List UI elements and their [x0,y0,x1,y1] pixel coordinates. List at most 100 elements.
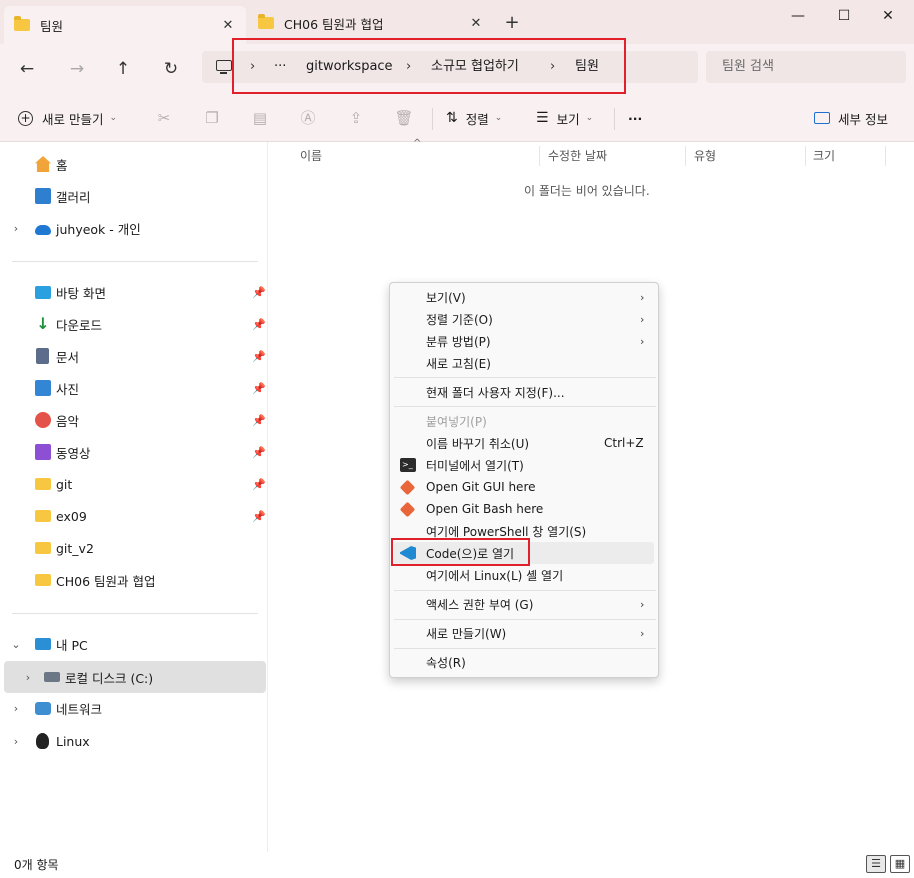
share-icon[interactable]: ⇪ [346,108,366,128]
chevron-right-icon[interactable]: › [22,671,34,684]
column-divider[interactable] [539,146,540,166]
column-divider[interactable] [805,146,806,166]
menu-item-git-gui[interactable]: Open Git GUI here [394,476,654,498]
minimize-button[interactable]: — [776,4,820,28]
pin-icon[interactable]: 📌 [252,286,266,299]
pin-icon[interactable]: 📌 [252,318,266,331]
menu-item-paste[interactable]: 붙여넣기(P) [394,410,654,432]
column-header-modified[interactable]: 수정한 날짜 [548,146,607,166]
refresh-button[interactable]: ↻ [158,56,184,82]
more-options-button[interactable]: ··· [628,106,642,130]
menu-item-label: 여기에서 Linux(L) 셸 열기 [426,568,564,583]
menu-item-customize-folder[interactable]: 현재 폴더 사용자 지정(F)... [394,381,654,403]
sidebar-item-label: 바탕 화면 [56,285,106,301]
menu-divider [394,406,656,407]
pin-icon[interactable]: 📌 [252,510,266,523]
chevron-right-icon[interactable]: › [10,222,22,235]
menu-item-new[interactable]: 새로 만들기(W) › [394,622,654,644]
sidebar-item-label: 다운로드 [56,317,103,333]
delete-icon[interactable]: 🗑 [394,108,414,128]
sort-icon: ⇅ [446,110,458,126]
sidebar-item-pictures[interactable]: 사진 📌 [4,374,266,402]
chevron-down-icon[interactable]: ⌄ [10,638,22,651]
menu-item-label: 터미널에서 열기(T) [426,458,524,473]
highlight-box-open-with-code [391,538,530,566]
pin-icon[interactable]: 📌 [252,350,266,363]
menu-item-group-by[interactable]: 분류 방법(P) › [394,330,654,352]
up-button[interactable]: ↑ [110,56,136,82]
sidebar-item-gallery[interactable]: 갤러리 [4,182,266,210]
chevron-right-icon[interactable]: › [10,735,22,748]
close-button[interactable]: ✕ [866,4,910,28]
pin-icon[interactable]: 📌 [252,414,266,427]
sidebar-item-ex09[interactable]: ex09 📌 [4,502,266,530]
documents-icon [36,348,49,364]
folder-icon [258,14,274,29]
sidebar-item-git-v2[interactable]: git_v2 [4,534,266,562]
menu-item-undo-rename[interactable]: 이름 바꾸기 취소(U) Ctrl+Z [394,432,654,454]
tab-close-icon[interactable]: ✕ [220,18,236,33]
maximize-button[interactable]: ☐ [822,4,866,28]
sidebar-item-linux[interactable]: › Linux [4,727,266,755]
git-bash-icon [399,501,416,517]
menu-item-git-bash[interactable]: Open Git Bash here [394,498,654,520]
column-header-type[interactable]: 유형 [694,146,716,166]
view-button[interactable]: ☰ 보기 ⌄ [536,106,593,130]
rename-icon[interactable]: Ⓐ [298,108,318,128]
sidebar-item-downloads[interactable]: ↓ 다운로드 📌 [4,310,266,338]
back-button[interactable]: ← [14,56,40,82]
sort-button[interactable]: ⇅ 정렬 ⌄ [446,106,502,130]
cut-icon[interactable]: ✂ [154,108,174,128]
new-button[interactable]: + 새로 만들기 ⌄ [18,106,117,130]
sidebar-item-label: 음악 [56,413,80,429]
sidebar-item-home[interactable]: 홈 [4,150,266,178]
sidebar-item-documents[interactable]: 문서 📌 [4,342,266,370]
tab-close-icon[interactable]: ✕ [468,16,484,31]
details-pane-button[interactable]: 세부 정보 [814,106,888,130]
column-divider[interactable] [885,146,886,166]
column-header-name[interactable]: 이름 [300,146,322,166]
sidebar-item-music[interactable]: 음악 📌 [4,406,266,434]
menu-item-view[interactable]: 보기(V) › [394,286,654,308]
column-divider[interactable] [685,146,686,166]
sidebar-item-onedrive[interactable]: › juhyeok - 개인 [4,214,266,242]
menu-item-properties[interactable]: 속성(R) [394,651,654,673]
menu-item-label: 현재 폴더 사용자 지정(F)... [426,385,565,400]
menu-item-refresh[interactable]: 새로 고침(E) [394,352,654,374]
sidebar-item-videos[interactable]: 동영상 📌 [4,438,266,466]
menu-item-linux-shell[interactable]: 여기에서 Linux(L) 셸 열기 [394,564,654,586]
menu-item-sort-by[interactable]: 정렬 기준(O) › [394,308,654,330]
onedrive-icon [35,224,51,235]
sidebar-item-git[interactable]: git 📌 [4,470,266,498]
column-header-size[interactable]: 크기 [813,146,835,166]
new-tab-button[interactable]: + [502,12,522,34]
menu-item-shortcut: Ctrl+Z [604,436,644,450]
sidebar-item-desktop[interactable]: 바탕 화면 📌 [4,278,266,306]
terminal-icon: >_ [400,458,416,472]
search-input[interactable]: 팀원 검색 [706,51,906,83]
folder-icon [14,16,30,31]
copy-icon[interactable]: ❐ [202,108,222,128]
tab-current[interactable]: 팀원 ✕ [4,6,246,44]
sidebar-item-ch06[interactable]: CH06 팀원과 협업 [4,566,266,594]
forward-button[interactable]: → [64,56,90,82]
sidebar-item-label: 사진 [56,381,80,397]
menu-item-label: 새로 고침(E) [426,356,491,371]
menu-item-open-terminal[interactable]: >_ 터미널에서 열기(T) [394,454,654,476]
sidebar-item-network[interactable]: › 네트워크 [4,694,266,722]
pin-icon[interactable]: 📌 [252,478,266,491]
toolbar-divider [614,108,615,130]
tiles-view-icon[interactable]: ▦ [890,855,910,873]
pin-icon[interactable]: 📌 [252,446,266,459]
tab-ch06[interactable]: CH06 팀원과 협업 ✕ [248,6,494,40]
paste-icon[interactable]: ▤ [250,108,270,128]
sidebar-item-local-disk[interactable]: › 로컬 디스크 (C:) [4,661,266,693]
menu-divider [394,619,656,620]
pin-icon[interactable]: 📌 [252,382,266,395]
details-view-icon[interactable]: ☰ [866,855,886,873]
chevron-right-icon[interactable]: › [10,702,22,715]
new-button-label: 새로 만들기 [42,111,104,127]
menu-item-give-access[interactable]: 액세스 권한 부여 (G) › [394,593,654,615]
sidebar-item-this-pc[interactable]: ⌄ 내 PC [4,630,266,658]
details-pane-icon [814,112,830,124]
